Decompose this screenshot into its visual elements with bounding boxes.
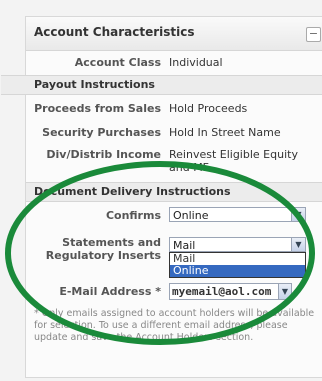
panel-title: Account Characteristics — [34, 25, 195, 39]
proceeds-label: Proceeds from Sales — [34, 102, 161, 115]
statements-label-line1: Statements and — [62, 236, 161, 249]
proceeds-value: Hold Proceeds — [169, 102, 248, 115]
email-label: E-Mail Address * — [59, 285, 161, 298]
dropdown-option-online[interactable]: Online — [170, 265, 305, 277]
confirms-select-value: Online — [173, 209, 209, 222]
email-note: * Only emails assigned to account holder… — [34, 308, 315, 343]
div-income-value-line1: Reinvest Eligible Equity — [169, 148, 298, 161]
chevron-down-icon[interactable]: ▼ — [278, 284, 291, 299]
chevron-down-icon[interactable]: ▼ — [291, 208, 305, 221]
div-income-value-line2: and MF — [169, 161, 210, 174]
div-income-label: Div/Distrib Income — [46, 148, 161, 161]
security-value: Hold In Street Name — [169, 126, 281, 139]
delivery-section-header: Document Delivery Instructions — [26, 182, 322, 202]
statements-select-value: Mail — [173, 239, 196, 252]
account-class-value: Individual — [169, 56, 223, 69]
security-label: Security Purchases — [42, 126, 161, 139]
statements-dropdown-list[interactable]: Mail Online — [169, 252, 306, 278]
account-class-label: Account Class — [74, 56, 161, 69]
statements-select[interactable]: Mail ▼ — [169, 237, 306, 252]
delivery-section-title: Document Delivery Instructions — [34, 185, 231, 198]
payout-section-title: Payout Instructions — [34, 78, 155, 91]
account-characteristics-panel: Account Characteristics − Account Class … — [1, 16, 322, 378]
confirms-label: Confirms — [105, 209, 161, 222]
panel-header: Account Characteristics − — [26, 17, 322, 51]
email-select[interactable]: myemail@aol.com ▼ — [169, 283, 292, 300]
confirms-select[interactable]: Online ▼ — [169, 207, 306, 222]
email-select-value: myemail@aol.com — [172, 285, 272, 298]
collapse-icon[interactable]: − — [306, 27, 321, 42]
statements-label-line2: Regulatory Inserts — [45, 249, 161, 262]
chevron-down-icon[interactable]: ▼ — [291, 238, 305, 251]
payout-section-header: Payout Instructions — [1, 75, 322, 95]
